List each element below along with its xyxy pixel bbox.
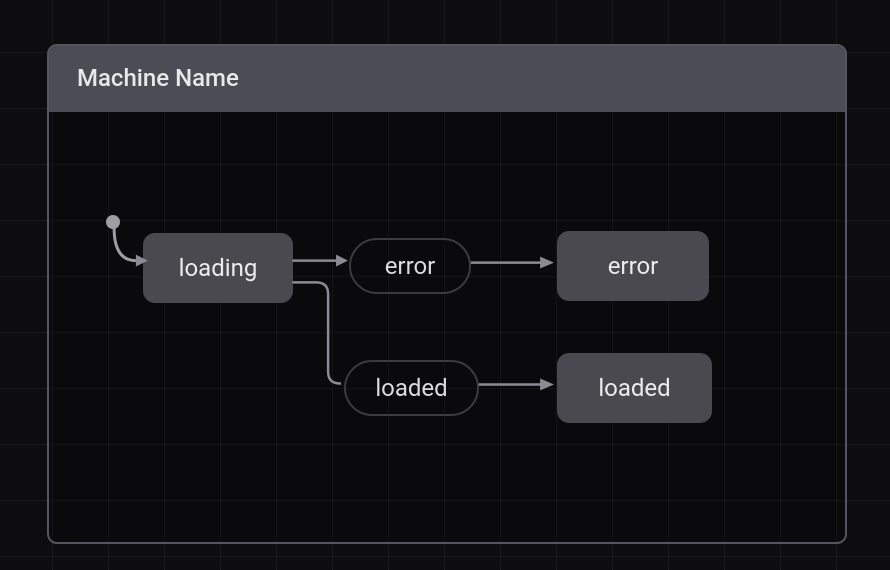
event-label: error: [385, 252, 436, 280]
event-label: loaded: [375, 374, 447, 402]
state-label: loading: [179, 254, 258, 282]
connector-layer: [49, 112, 845, 542]
initial-state-marker: [106, 215, 120, 229]
arrow-head-icon: [540, 257, 554, 269]
state-node-error[interactable]: error: [557, 231, 709, 301]
arrow-head-icon: [540, 379, 554, 391]
state-node-loading[interactable]: loading: [143, 233, 293, 303]
machine-title: Machine Name: [77, 64, 817, 92]
initial-transition: [114, 228, 136, 261]
event-node-loaded[interactable]: loaded: [344, 360, 479, 416]
machine-header[interactable]: Machine Name: [49, 46, 845, 112]
machine-canvas[interactable]: loading error error loaded loaded: [49, 112, 845, 542]
state-node-loaded[interactable]: loaded: [557, 353, 712, 423]
machine-panel[interactable]: Machine Name loading error error loaded …: [47, 44, 847, 544]
arrow-head-icon: [336, 255, 348, 267]
transition-loading-to-loaded-event: [292, 282, 341, 383]
state-label: loaded: [598, 374, 670, 402]
event-node-error[interactable]: error: [349, 238, 471, 294]
state-label: error: [608, 252, 659, 280]
